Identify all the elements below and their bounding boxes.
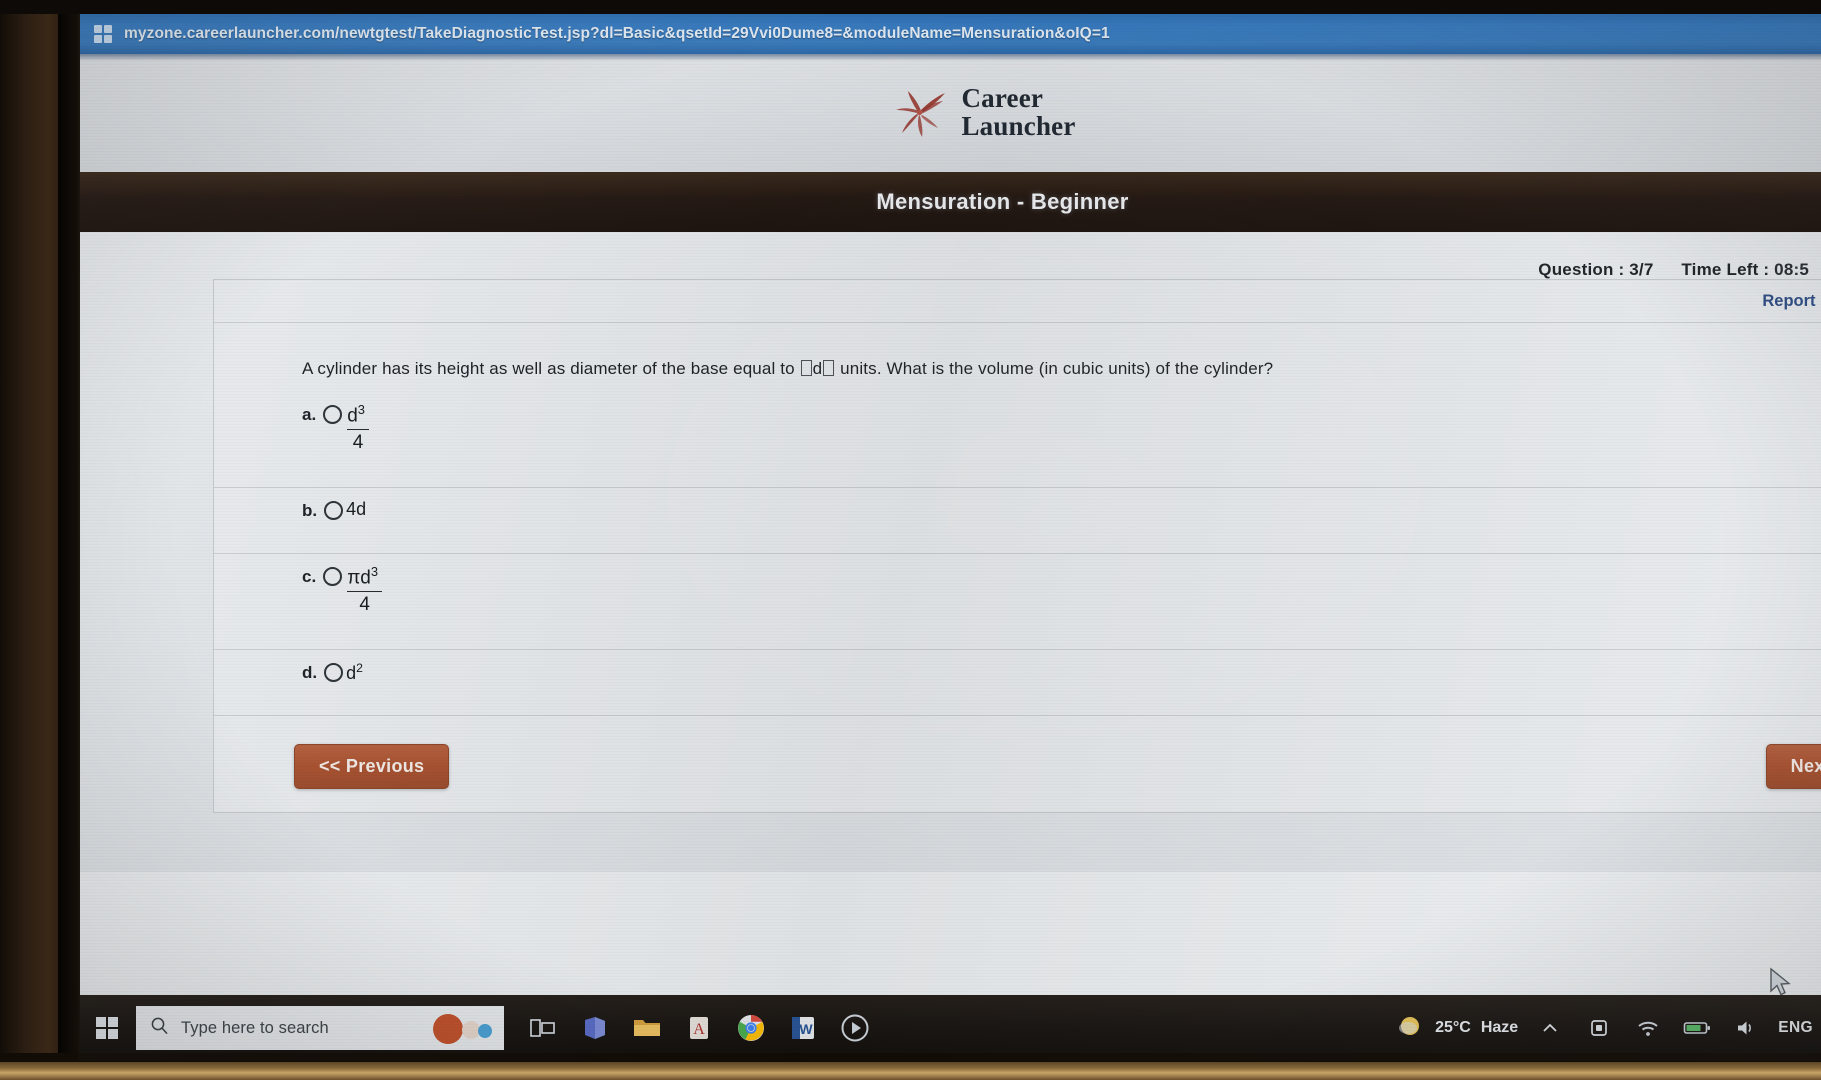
option-c-radio[interactable] bbox=[323, 566, 343, 586]
question-counter-value: 3/7 bbox=[1629, 260, 1654, 279]
microsoft-word-icon[interactable]: W bbox=[786, 1011, 820, 1045]
option-c-body: πd3 4 bbox=[345, 564, 384, 616]
adobe-acrobat-icon[interactable]: A bbox=[682, 1011, 716, 1045]
onedrive-icon[interactable] bbox=[1582, 1011, 1616, 1045]
windows-start-button[interactable] bbox=[78, 995, 136, 1061]
option-c-denominator: 4 bbox=[359, 593, 370, 615]
previous-button[interactable]: << Previous bbox=[294, 743, 450, 789]
option-b-radio[interactable] bbox=[324, 500, 344, 520]
option-a-body: d3 4 bbox=[345, 402, 371, 454]
question-text-before: A cylinder has its height as well as dia… bbox=[302, 359, 800, 378]
media-player-icon[interactable] bbox=[838, 1011, 872, 1057]
monitor-bezel-bottom-dark bbox=[0, 1053, 1821, 1062]
site-header: Career Launcher bbox=[78, 54, 1821, 172]
time-left-value: 08:5 bbox=[1774, 260, 1809, 279]
option-b-body: 4d bbox=[346, 498, 367, 519]
battery-icon[interactable] bbox=[1680, 1011, 1714, 1045]
url-bar-shadow bbox=[78, 54, 1821, 61]
monitor-bezel-left-inner bbox=[58, 0, 80, 1080]
module-title-band: Mensuration - Beginner bbox=[78, 172, 1821, 232]
option-a-letter: a. bbox=[302, 404, 317, 424]
missing-glyph-icon-left bbox=[800, 360, 812, 376]
language-indicator[interactable]: ENG bbox=[1778, 1019, 1813, 1037]
monitor-bezel-bottom bbox=[0, 1062, 1821, 1080]
system-tray: 25°C Haze ENG bbox=[1395, 1011, 1821, 1045]
question-text-after: units. What is the volume (in cubic unit… bbox=[835, 359, 1274, 378]
search-input[interactable]: Type here to search bbox=[181, 1019, 329, 1038]
test-page-body: Question : 3/7 Time Left : 08:5 Report E… bbox=[78, 232, 1821, 996]
logo-line-1: Career bbox=[961, 83, 1044, 114]
question-card: Report Err A cylinder has its height as … bbox=[213, 279, 1821, 813]
option-b-letter: b. bbox=[302, 500, 318, 520]
career-launcher-logo[interactable]: Career Launcher bbox=[891, 85, 1075, 140]
windows-logo-icon bbox=[96, 1017, 118, 1039]
option-c-numerator: πd3 bbox=[347, 563, 379, 588]
next-button[interactable]: Next > bbox=[1765, 743, 1821, 789]
question-meta: Question : 3/7 Time Left : 08:5 bbox=[1538, 260, 1809, 280]
option-a[interactable]: a. d3 4 bbox=[214, 392, 1821, 488]
question-text: A cylinder has its height as well as dia… bbox=[214, 323, 1821, 392]
monitor-bezel-top bbox=[0, 0, 1821, 14]
option-d[interactable]: d. d2 bbox=[214, 650, 1821, 716]
taskbar-app-icons: A W bbox=[504, 1011, 872, 1057]
time-left-label: Time Left : bbox=[1681, 260, 1770, 279]
weather-widget[interactable]: 25°C Haze bbox=[1395, 1013, 1518, 1044]
option-d-exponent: 2 bbox=[356, 660, 363, 675]
task-view-icon[interactable] bbox=[526, 1011, 560, 1045]
show-hidden-icons-chevron-icon[interactable] bbox=[1533, 1011, 1567, 1045]
option-c-fraction: πd3 4 bbox=[345, 563, 384, 616]
option-a-numerator: d3 bbox=[347, 401, 365, 426]
weather-condition: Haze bbox=[1480, 1019, 1519, 1036]
weather-sun-icon bbox=[1395, 1013, 1425, 1044]
option-a-fraction: d3 4 bbox=[345, 401, 371, 454]
option-c-exponent: 3 bbox=[370, 563, 379, 579]
option-a-radio[interactable] bbox=[323, 404, 343, 424]
navigation-row: << Previous Next > bbox=[214, 716, 1821, 812]
search-icon bbox=[150, 1016, 169, 1040]
google-chrome-icon[interactable] bbox=[734, 1011, 768, 1057]
option-d-base: d bbox=[346, 662, 357, 683]
browser-url-bar[interactable]: myzone.careerlauncher.com/newtgtest/Take… bbox=[78, 14, 1821, 54]
option-d-letter: d. bbox=[302, 662, 318, 682]
question-counter-label: Question : bbox=[1538, 260, 1625, 279]
question-variable: d bbox=[812, 359, 823, 378]
url-text[interactable]: myzone.careerlauncher.com/newtgtest/Take… bbox=[124, 25, 1110, 43]
taskbar-search-box[interactable]: Type here to search bbox=[136, 1006, 504, 1050]
wifi-icon[interactable] bbox=[1631, 1011, 1665, 1045]
logo-wordmark: Career Launcher bbox=[961, 85, 1075, 140]
weather-temperature: 25°C bbox=[1435, 1019, 1471, 1036]
option-d-body: d2 bbox=[346, 660, 363, 684]
site-favicon bbox=[94, 25, 112, 43]
option-c-letter: c. bbox=[302, 566, 317, 586]
option-d-radio[interactable] bbox=[324, 662, 344, 682]
report-error-row: Report Err bbox=[214, 280, 1821, 323]
microsoft-teams-icon[interactable] bbox=[578, 1011, 612, 1045]
cortana-icon[interactable] bbox=[426, 1011, 500, 1047]
monitor-screen: myzone.careerlauncher.com/newtgtest/Take… bbox=[78, 14, 1821, 1061]
file-explorer-icon[interactable] bbox=[630, 1011, 664, 1045]
volume-icon[interactable] bbox=[1729, 1011, 1763, 1045]
monitor-photo: myzone.careerlauncher.com/newtgtest/Take… bbox=[0, 0, 1821, 1080]
option-a-denominator: 4 bbox=[352, 431, 364, 453]
logo-line-2: Launcher bbox=[961, 111, 1076, 141]
logo-pinwheel-icon bbox=[891, 88, 947, 138]
option-b[interactable]: b. 4d bbox=[214, 488, 1821, 554]
page-title: Mensuration - Beginner bbox=[876, 189, 1129, 214]
svg-text:A: A bbox=[693, 1021, 705, 1038]
svg-text:W: W bbox=[799, 1021, 813, 1037]
windows-taskbar: Type here to search A W 25°C Haze ENG bbox=[78, 995, 1821, 1061]
missing-glyph-icon-right bbox=[823, 360, 835, 376]
report-error-link[interactable]: Report Err bbox=[1762, 292, 1821, 311]
option-c[interactable]: c. πd3 4 bbox=[214, 554, 1821, 650]
option-a-exponent: 3 bbox=[357, 401, 365, 417]
mouse-cursor bbox=[1768, 967, 1794, 1004]
